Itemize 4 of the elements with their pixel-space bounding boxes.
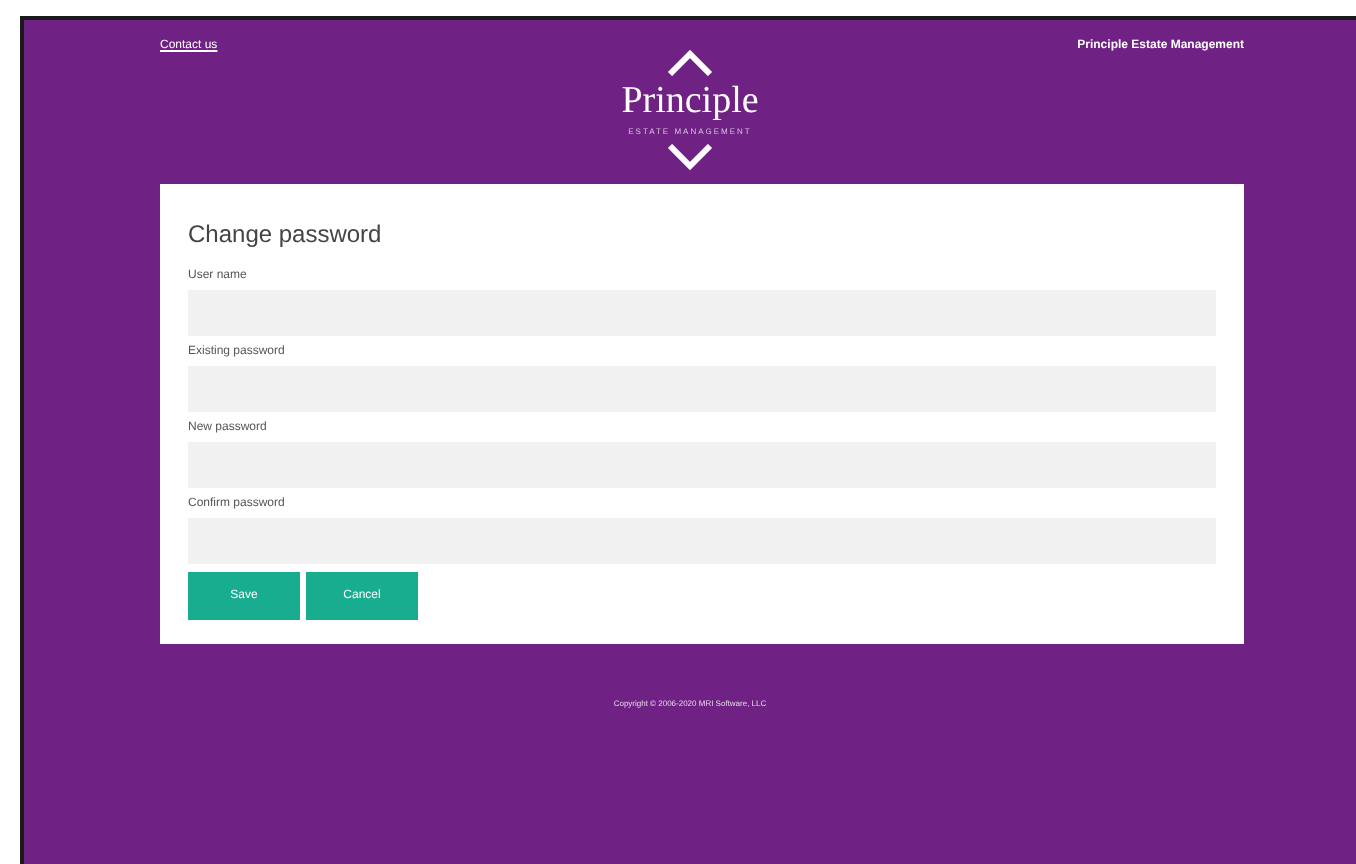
chevron-down-icon xyxy=(666,144,714,172)
form-title: Change password xyxy=(188,218,384,252)
logo-name: Principle xyxy=(621,80,759,124)
chevron-up-icon xyxy=(666,48,714,76)
